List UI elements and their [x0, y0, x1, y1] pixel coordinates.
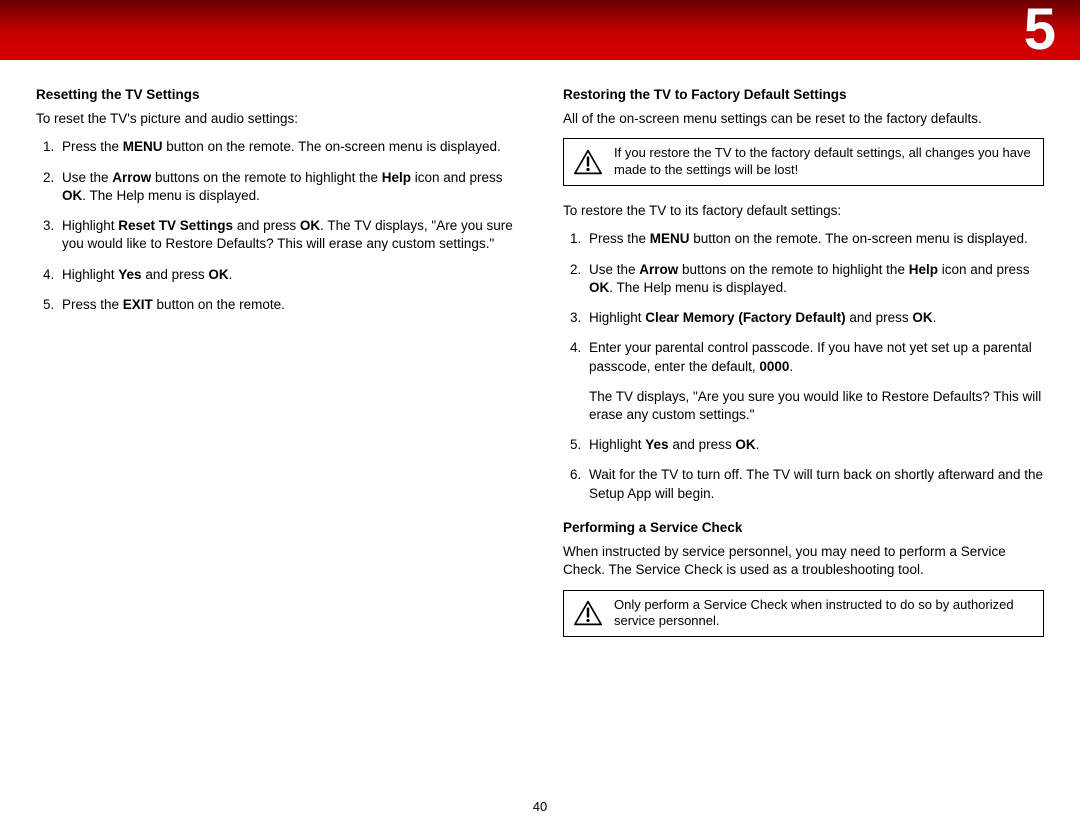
list-item: Highlight Clear Memory (Factory Default)… — [585, 309, 1044, 327]
warning-icon — [574, 600, 602, 626]
right-intro2: To restore the TV to its factory default… — [563, 202, 1044, 220]
list-item: Highlight Yes and press OK. — [585, 436, 1044, 454]
left-column: Resetting the TV Settings To reset the T… — [36, 86, 517, 653]
left-intro: To reset the TV's picture and audio sett… — [36, 110, 517, 128]
right-column: Restoring the TV to Factory Default Sett… — [563, 86, 1044, 653]
right-intro: All of the on-screen menu settings can b… — [563, 110, 1044, 128]
list-item: Highlight Yes and press OK. — [58, 266, 517, 284]
right-title: Restoring the TV to Factory Default Sett… — [563, 86, 1044, 104]
page-number: 40 — [0, 799, 1080, 814]
service-title: Performing a Service Check — [563, 519, 1044, 537]
warning-text: Only perform a Service Check when instru… — [614, 597, 1033, 631]
chapter-number: 5 — [1024, 0, 1056, 63]
list-item: Press the EXIT button on the remote. — [58, 296, 517, 314]
page-body: Resetting the TV Settings To reset the T… — [0, 60, 1080, 653]
left-steps: Press the MENU button on the remote. The… — [36, 138, 517, 314]
warning-callout: If you restore the TV to the factory def… — [563, 138, 1044, 186]
list-item: Use the Arrow buttons on the remote to h… — [585, 261, 1044, 297]
list-item: Press the MENU button on the remote. The… — [58, 138, 517, 156]
service-intro: When instructed by service personnel, yo… — [563, 543, 1044, 579]
left-title: Resetting the TV Settings — [36, 86, 517, 104]
list-item: Enter your parental control passcode. If… — [585, 339, 1044, 424]
list-item: Use the Arrow buttons on the remote to h… — [58, 169, 517, 205]
list-item: Press the MENU button on the remote. The… — [585, 230, 1044, 248]
list-item: Highlight Reset TV Settings and press OK… — [58, 217, 517, 253]
right-steps: Press the MENU button on the remote. The… — [563, 230, 1044, 502]
header-bar: 5 — [0, 0, 1080, 60]
list-item: Wait for the TV to turn off. The TV will… — [585, 466, 1044, 502]
warning-icon — [574, 149, 602, 175]
warning-callout: Only perform a Service Check when instru… — [563, 590, 1044, 638]
warning-text: If you restore the TV to the factory def… — [614, 145, 1033, 179]
